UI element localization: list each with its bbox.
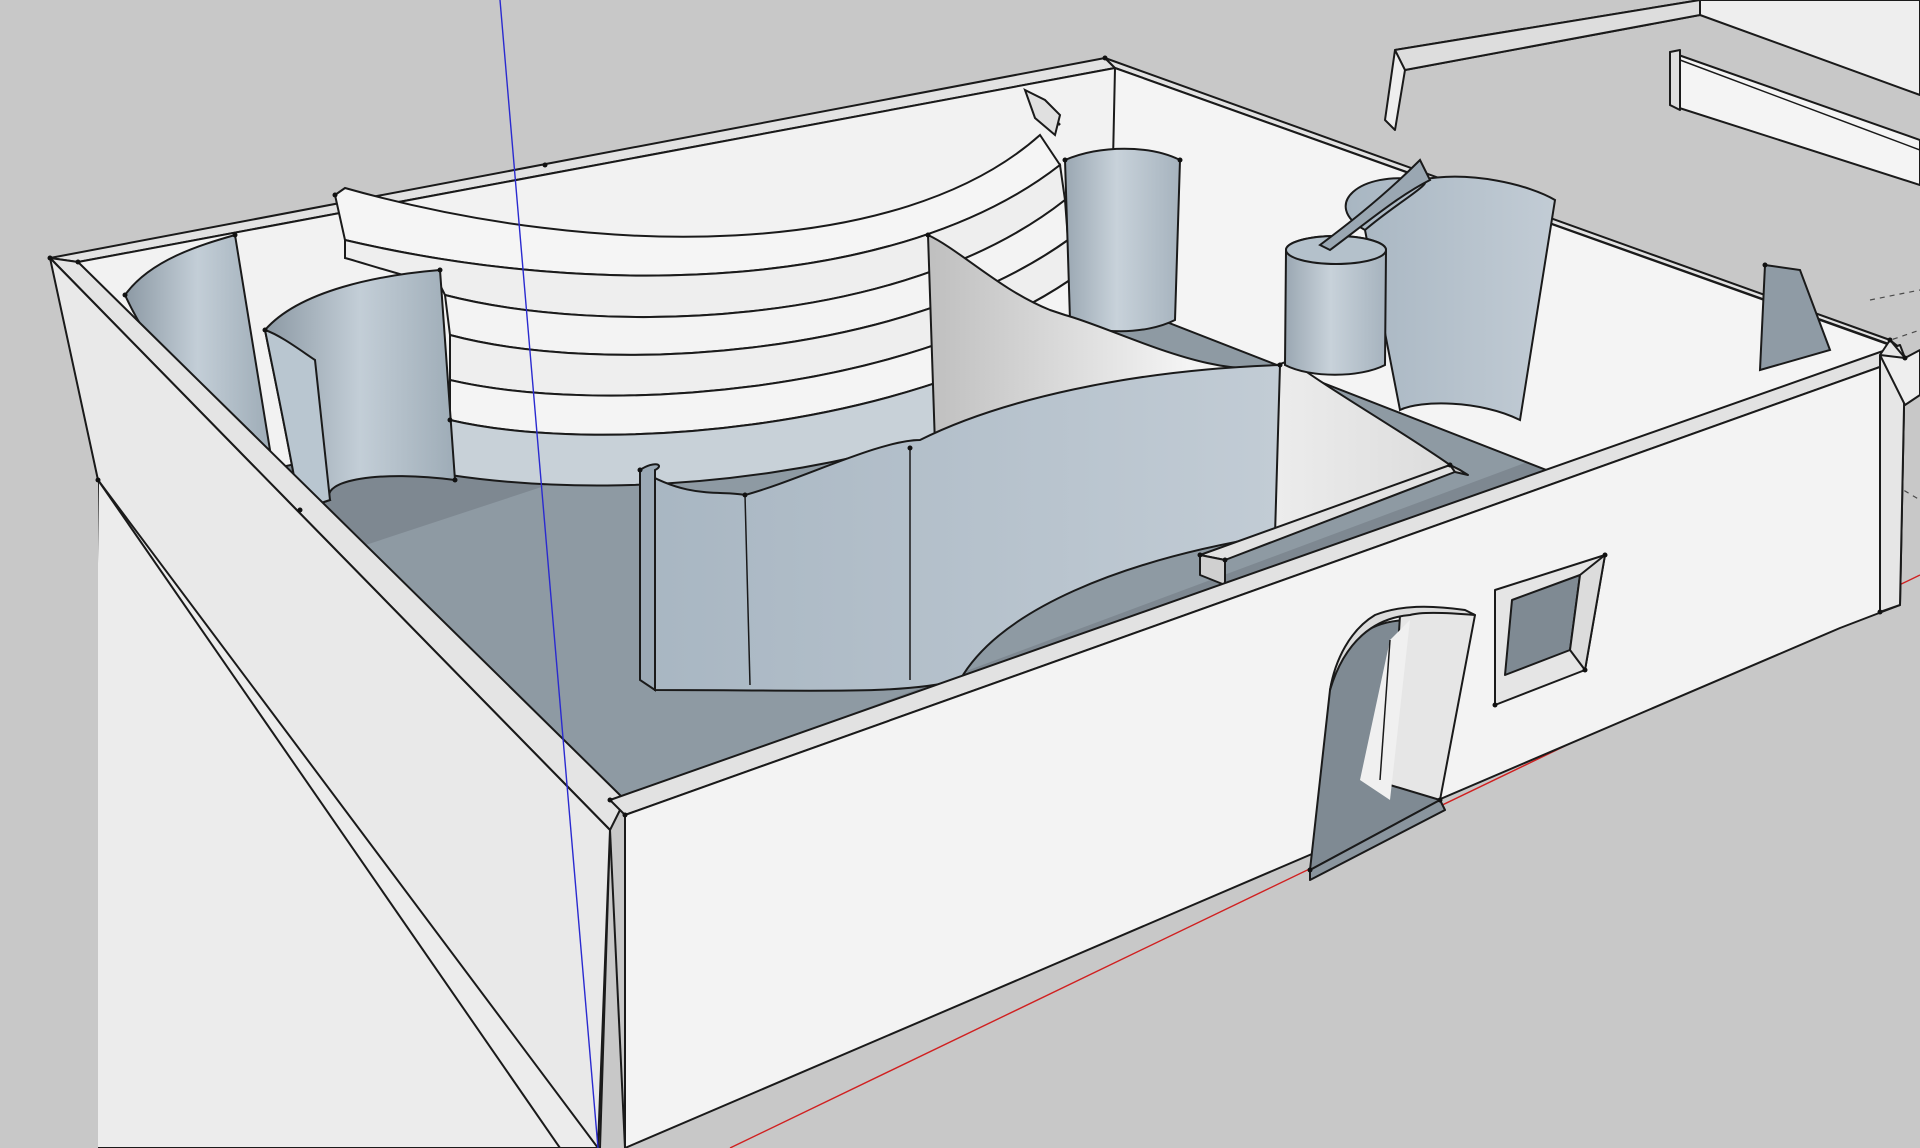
- cylinder-column-right-small[interactable]: [1283, 235, 1388, 376]
- cylinder-column-back[interactable]: [1063, 147, 1182, 333]
- modeling-viewport[interactable]: [0, 0, 1920, 1148]
- model-scene[interactable]: [0, 0, 1920, 1148]
